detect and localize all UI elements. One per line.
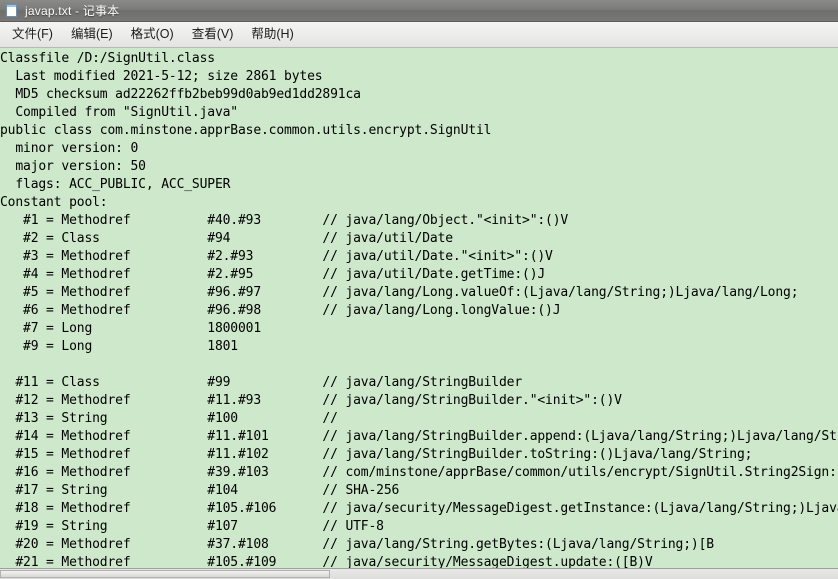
horizontal-scrollbar[interactable] xyxy=(0,568,838,579)
document-line: #13 = String #100 // xyxy=(0,411,338,426)
document-line: #6 = Methodref #96.#98 // java/lang/Long… xyxy=(0,303,561,318)
document-line: #14 = Methodref #11.#101 // java/lang/St… xyxy=(0,429,838,444)
document-line: #18 = Methodref #105.#106 // java/securi… xyxy=(15,501,838,516)
document-line: #21 = Methodref #105.#109 // java/securi… xyxy=(0,555,653,568)
document-line: #15 = Methodref #11.#102 // java/lang/St… xyxy=(0,447,753,462)
document-line: #19 = String #107 // UTF-8 xyxy=(0,519,384,534)
document-line: #11 = Class #99 // java/lang/StringBuild… xyxy=(0,375,523,390)
document-line: Last modified 2021-5-12; size 2861 bytes xyxy=(0,69,323,84)
document-line: #12 = Methodref #11.#93 // java/lang/Str… xyxy=(0,393,622,408)
window-title: javap.txt - 记事本 xyxy=(25,4,120,18)
document-line: #2 = Class #94 // java/util/Date xyxy=(0,231,453,246)
menu-bar: 文件(F) 编辑(E) 格式(O) 查看(V) 帮助(H) xyxy=(0,22,838,48)
document-line: Classfile /D:/SignUtil.class xyxy=(0,51,215,66)
document-line: major version: 50 xyxy=(0,159,146,174)
menu-item-help[interactable]: 帮助(H) xyxy=(242,25,302,45)
title-bar[interactable]: javap.txt - 记事本 xyxy=(0,0,838,22)
text-editor-area[interactable]: Classfile /D:/SignUtil.class Last modifi… xyxy=(0,48,838,568)
document-line: Constant pool: xyxy=(0,195,108,210)
document-line: MD5 checksum ad22262ffb2beb99d0ab9ed1dd2… xyxy=(0,87,361,102)
document-line: #1 = Methodref #40.#93 // java/lang/Obje… xyxy=(0,213,569,228)
document-line: minor version: 0 xyxy=(0,141,139,156)
menu-item-view[interactable]: 查看(V) xyxy=(183,25,243,45)
document-line: #4 = Methodref #2.#95 // java/util/Date.… xyxy=(0,267,546,282)
document-text[interactable]: Classfile /D:/SignUtil.class Last modifi… xyxy=(0,50,838,568)
menu-item-edit[interactable]: 编辑(E) xyxy=(62,25,122,45)
menu-item-format[interactable]: 格式(O) xyxy=(122,25,183,45)
document-line: #16 = Methodref #39.#103 // com/minstone… xyxy=(15,465,838,480)
document-line: public class com.minstone.apprBase.commo… xyxy=(0,123,492,138)
document-line: #7 = Long 1800001 xyxy=(0,321,262,336)
document-line: #20 = Methodref #37.#108 // java/lang/St… xyxy=(0,537,714,552)
menu-item-file[interactable]: 文件(F) xyxy=(3,25,62,45)
document-line: #3 = Methodref #2.#93 // java/util/Date.… xyxy=(0,249,553,264)
document-line: #9 = Long 1801 xyxy=(0,339,238,354)
document-line: #17 = String #104 // SHA-256 xyxy=(0,483,400,498)
document-line xyxy=(0,356,838,374)
horizontal-scrollbar-thumb[interactable] xyxy=(0,570,330,578)
document-line: flags: ACC_PUBLIC, ACC_SUPER xyxy=(0,177,231,192)
notepad-window: javap.txt - 记事本 文件(F) 编辑(E) 格式(O) 查看(V) … xyxy=(0,0,838,579)
document-line: Compiled from "SignUtil.java" xyxy=(0,105,238,120)
notepad-document-icon xyxy=(5,3,19,18)
document-line: #5 = Methodref #96.#97 // java/lang/Long… xyxy=(0,285,799,300)
